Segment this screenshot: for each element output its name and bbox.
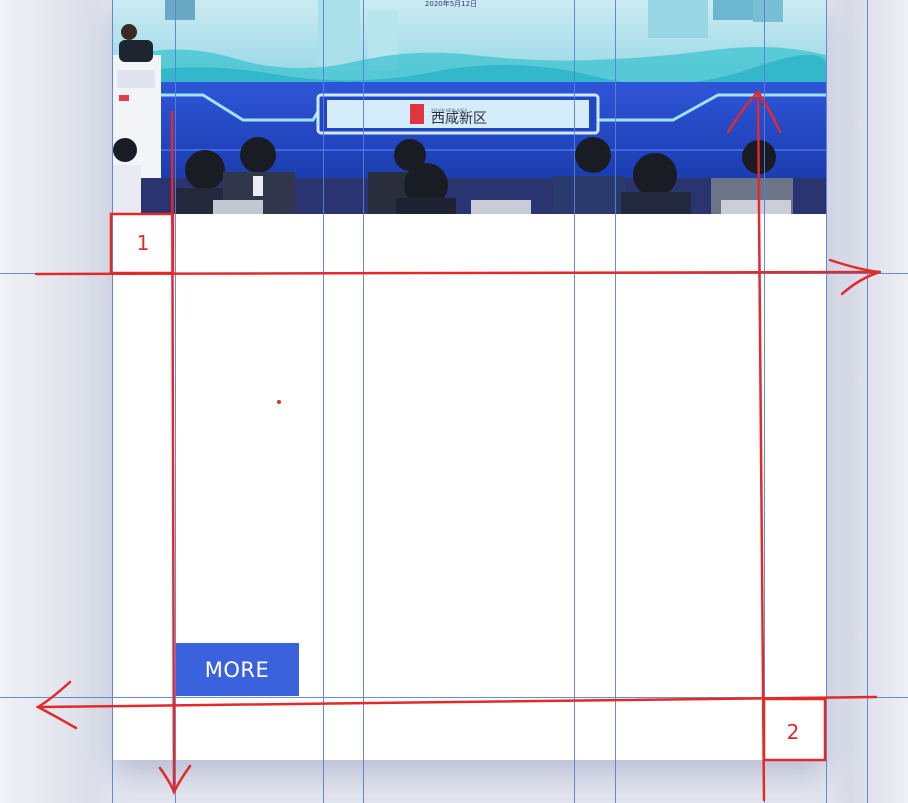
more-button[interactable]: MORE bbox=[175, 643, 299, 696]
banner-title: 西咸新区 bbox=[431, 111, 487, 127]
hero-date-text: 2020年5月12日 bbox=[425, 0, 477, 8]
hero-image: 2020年5月12日 XIXIAN NEW AREA 西咸新区 bbox=[113, 0, 826, 214]
news-card[interactable]: 2020年5月12日 XIXIAN NEW AREA 西咸新区 MORE bbox=[113, 0, 826, 760]
